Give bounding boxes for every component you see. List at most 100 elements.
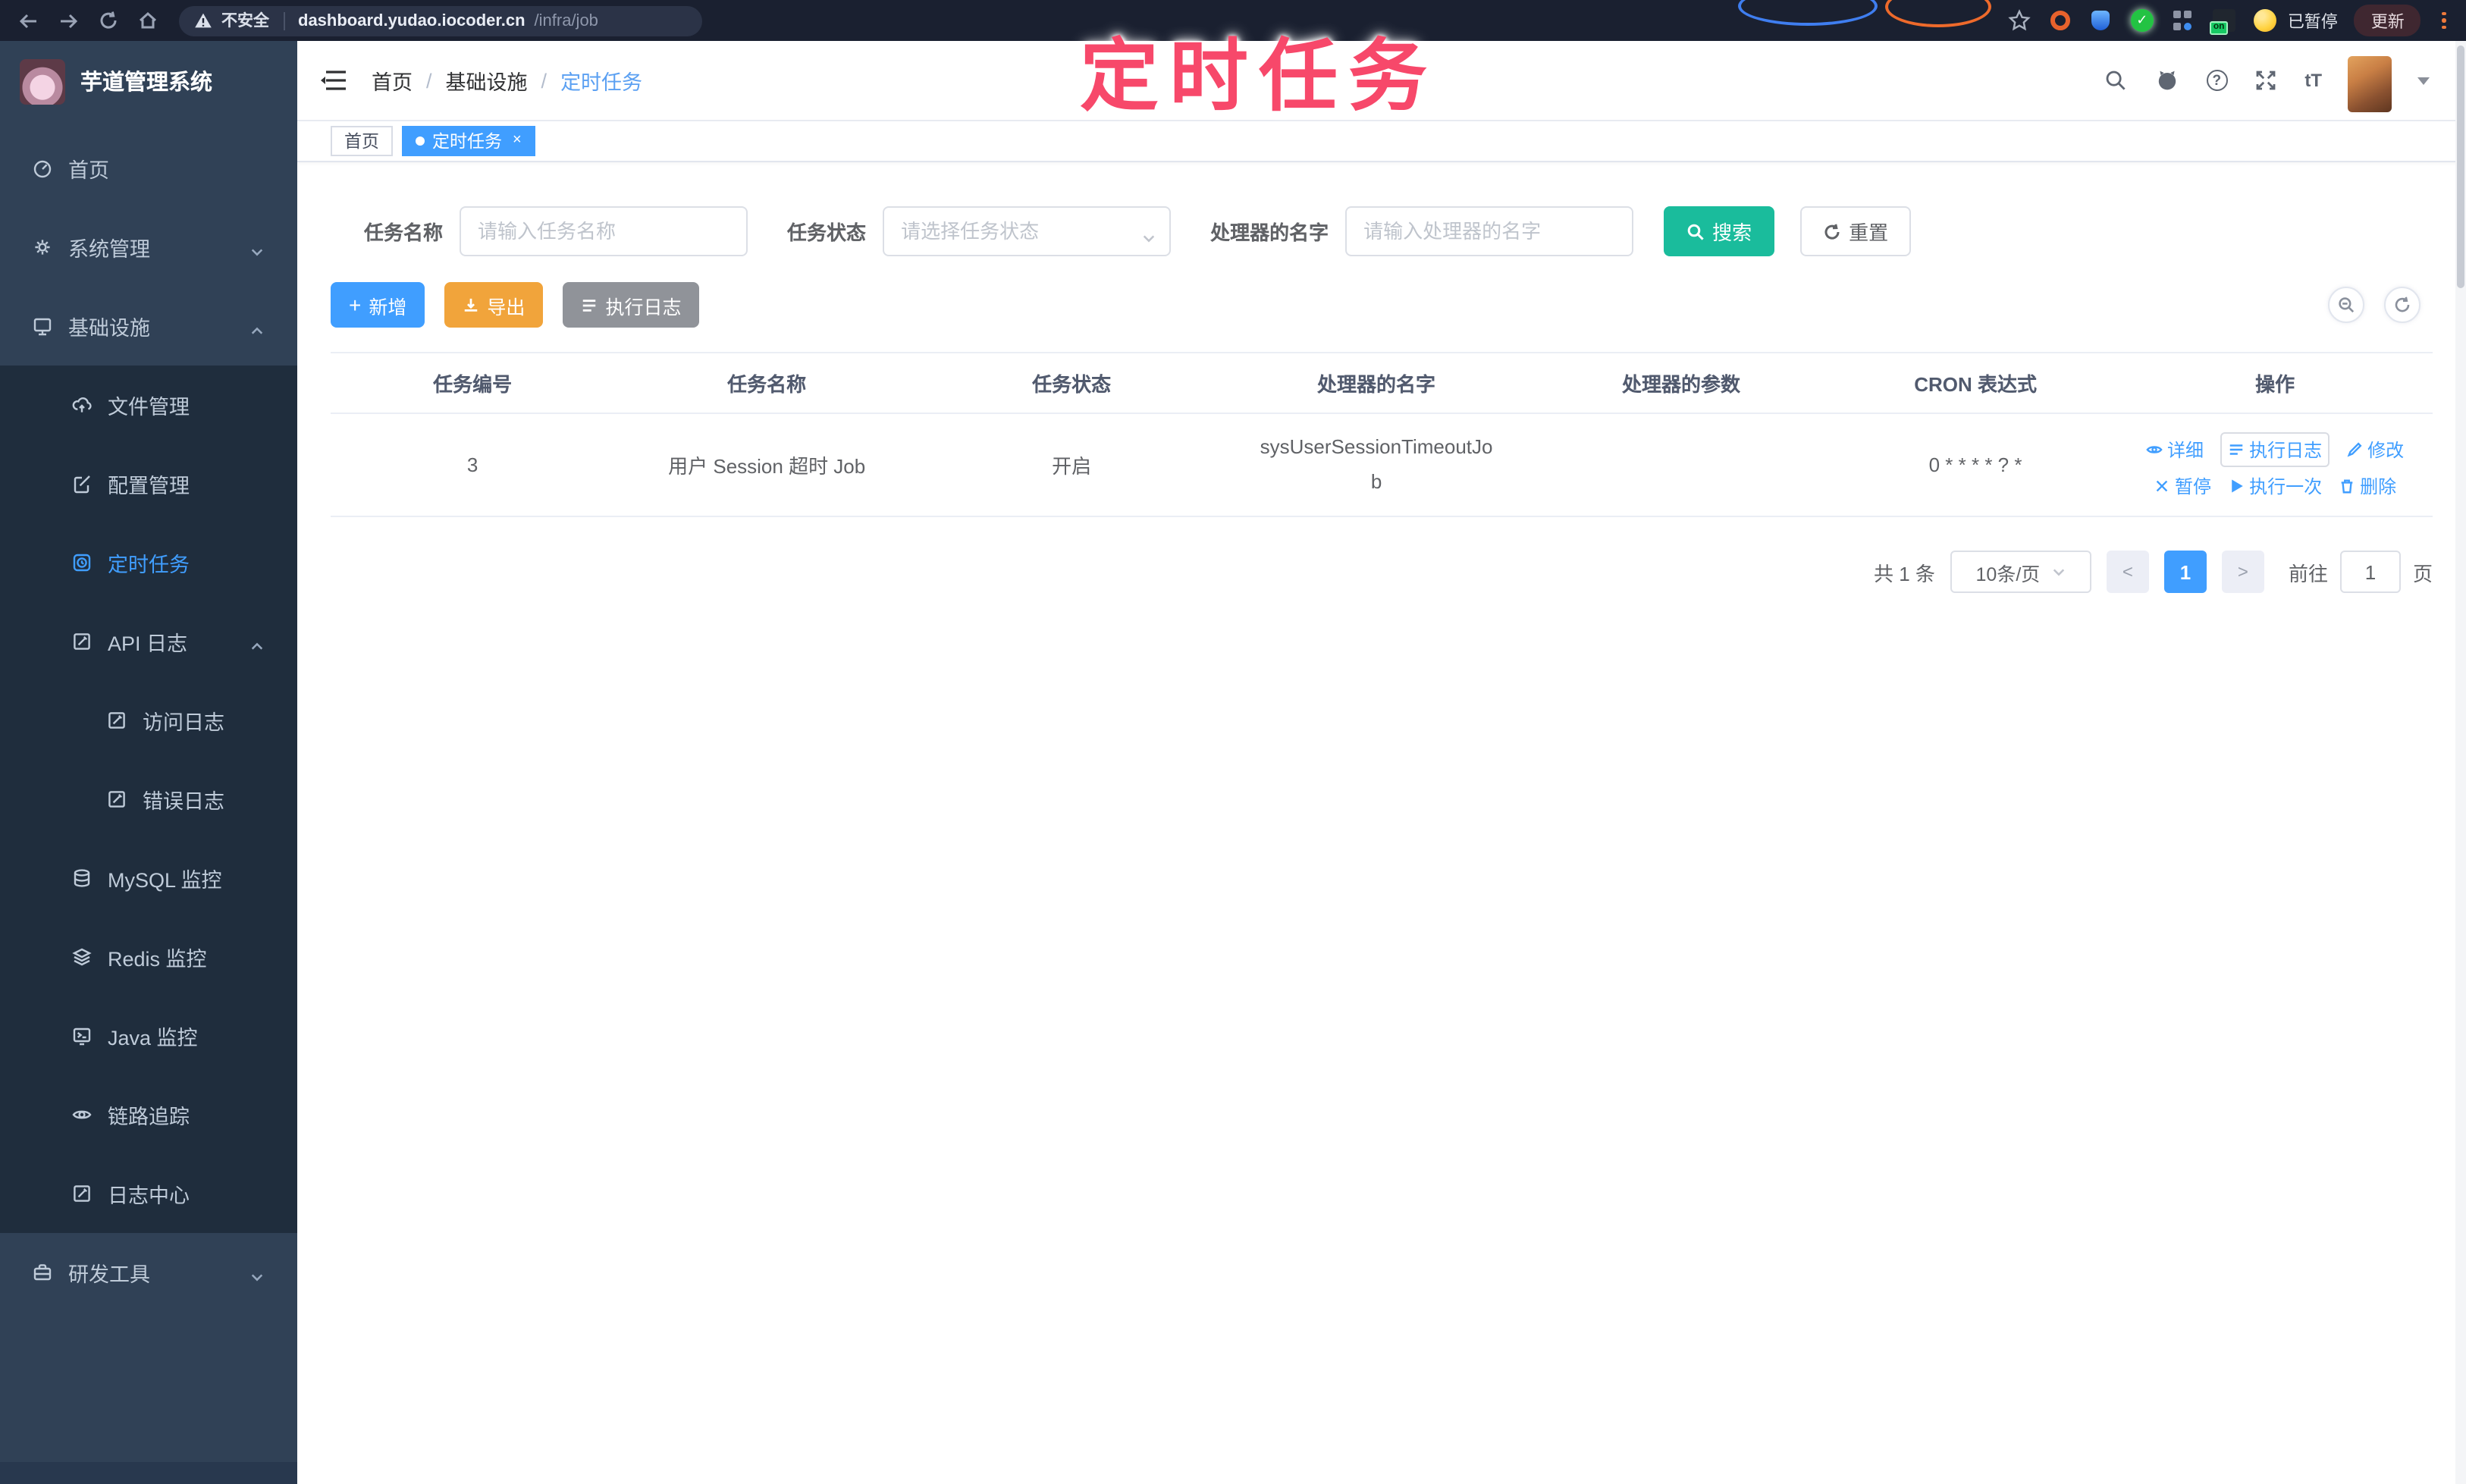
run-once-link[interactable]: 执行一次 <box>2228 472 2322 498</box>
sidebar-item-java-monitor[interactable]: Java 监控 <box>0 996 297 1075</box>
extension-green-icon[interactable]: ✓ <box>2130 8 2154 33</box>
reset-button[interactable]: 重置 <box>1800 206 1912 256</box>
main-area: 首页 / 基础设施 / 定时任务 ? tT 首页 定时任务 × 任务名称 请输入… <box>297 41 2466 1484</box>
job-status-input[interactable] <box>901 220 1153 243</box>
avatar[interactable] <box>2348 55 2392 111</box>
annotation-oval-blue <box>1738 0 1878 26</box>
github-icon[interactable] <box>2154 67 2180 93</box>
refresh-icon <box>1824 223 1840 239</box>
on-badge: on <box>2209 21 2229 35</box>
log-icon <box>106 710 127 731</box>
handler-name-label: 处理器的名字 <box>1210 221 1329 244</box>
job-name-input[interactable] <box>478 220 730 243</box>
help-icon[interactable]: ? <box>2206 70 2228 91</box>
browser-forward-icon[interactable] <box>49 0 88 41</box>
total-count: 共 1 条 <box>1874 562 1935 585</box>
jobs-table: 任务编号 任务名称 任务状态 处理器的名字 处理器的参数 CRON 表达式 操作… <box>331 352 2433 517</box>
sidebar-item-file-management[interactable]: 文件管理 <box>0 366 297 444</box>
caret-down-icon[interactable] <box>2417 77 2430 84</box>
plus-icon: + <box>349 293 362 317</box>
goto-page-input[interactable] <box>2339 551 2401 593</box>
search-icon[interactable] <box>2103 67 2129 93</box>
page-scrollbar[interactable] <box>2455 41 2466 1484</box>
database-icon <box>71 867 93 889</box>
browser-reload-icon[interactable] <box>88 0 127 41</box>
tab-close-icon[interactable]: × <box>513 133 522 149</box>
row-exec-log-link[interactable]: 执行日志 <box>2220 431 2330 466</box>
sidebar-item-redis-monitor[interactable]: Redis 监控 <box>0 918 297 996</box>
tags-view-bar: 首页 定时任务 × <box>297 121 2466 162</box>
sidebar-item-log-center[interactable]: 日志中心 <box>0 1154 297 1233</box>
row-actions-cell: 详细 执行日志 修改 暂停 执行一次 删除 <box>2117 414 2433 516</box>
browser-menu-icon[interactable] <box>2438 11 2451 30</box>
browser-actions: ✓ on 已暂停 更新 <box>1738 0 2466 36</box>
address-bar[interactable]: 不安全 dashboard.yudao.iocoder.cn/infra/job <box>179 5 702 36</box>
scrollbar-thumb[interactable] <box>2457 45 2464 288</box>
delete-link[interactable]: 删除 <box>2339 472 2396 498</box>
text-size-icon[interactable]: tT <box>2304 70 2322 91</box>
paused-extension-icon[interactable] <box>2253 8 2277 33</box>
monitor-icon <box>32 315 53 337</box>
eye-icon <box>71 1104 93 1125</box>
next-page-button[interactable]: > <box>2221 551 2264 593</box>
search-button[interactable]: 搜索 <box>1664 206 1775 256</box>
sidebar-item-home[interactable]: 首页 <box>0 129 297 208</box>
sidebar-item-infra[interactable]: 基础设施 <box>0 287 297 366</box>
trash-icon <box>2341 478 2353 493</box>
tab-scheduled-jobs[interactable]: 定时任务 × <box>402 126 535 156</box>
prev-page-button[interactable]: < <box>2106 551 2149 593</box>
hamburger-icon[interactable] <box>320 68 347 93</box>
browser-back-icon[interactable] <box>9 0 49 41</box>
fullscreen-icon[interactable] <box>2253 67 2279 93</box>
execution-log-button[interactable]: 执行日志 <box>563 282 700 328</box>
job-status-select[interactable] <box>883 206 1172 256</box>
breadcrumb-home[interactable]: 首页 <box>372 65 413 96</box>
table-row: 3 用户 Session 超时 Job 开启 sysUserSessionTim… <box>331 414 2433 517</box>
job-name-cell: 用户 Session 超时 Job <box>668 455 866 478</box>
goto-page: 前往 页 <box>2289 551 2433 593</box>
refresh-button[interactable] <box>2384 287 2421 323</box>
log-icon <box>71 631 93 652</box>
breadcrumb-infra[interactable]: 基础设施 <box>446 65 528 96</box>
extension-blue-icon[interactable] <box>2089 8 2113 33</box>
browser-home-icon[interactable] <box>127 0 167 41</box>
extension-orange-icon[interactable] <box>2048 8 2072 33</box>
sidebar-item-scheduled-jobs[interactable]: 定时任务 <box>0 523 297 602</box>
add-button[interactable]: + 新增 <box>331 282 425 328</box>
page-content: 任务名称 任务状态 处理器的名字 搜索 重置 <box>297 162 2466 593</box>
gauge-icon <box>32 158 53 179</box>
layers-icon <box>71 946 93 968</box>
sidebar-item-mysql-monitor[interactable]: MySQL 监控 <box>0 839 297 918</box>
extension-grid-icon[interactable] <box>2171 8 2195 33</box>
sidebar-item-system[interactable]: 系统管理 <box>0 208 297 287</box>
export-button[interactable]: 导出 <box>444 282 544 328</box>
sidebar-item-tracing[interactable]: 链路追踪 <box>0 1075 297 1154</box>
sidebar-item-api-logs[interactable]: API 日志 <box>0 602 297 681</box>
sidebar-item-config-management[interactable]: 配置管理 <box>0 444 297 523</box>
app-title: 芋道管理系统 <box>80 71 212 96</box>
extension-on-icon[interactable]: on <box>2209 8 2236 35</box>
page-size-select[interactable]: 10条/页 <box>1950 551 2091 593</box>
sidebar-item-error-logs[interactable]: 错误日志 <box>0 760 297 839</box>
edit-link[interactable]: 修改 <box>2346 436 2404 462</box>
detail-link[interactable]: 详细 <box>2146 436 2204 462</box>
job-status-cell: 开启 <box>1052 455 1092 478</box>
toggle-search-button[interactable] <box>2328 287 2364 323</box>
sidebar-item-dev-tools[interactable]: 研发工具 <box>0 1233 297 1312</box>
pause-link[interactable]: 暂停 <box>2154 472 2211 498</box>
infra-submenu: 文件管理 配置管理 定时任务 API 日志 访问日志 错误日志 MySQL 监控… <box>0 366 297 1233</box>
browser-update-button[interactable]: 更新 <box>2354 5 2421 36</box>
gear-icon <box>32 237 53 258</box>
sidebar-item-access-logs[interactable]: 访问日志 <box>0 681 297 760</box>
app-logo-row[interactable]: 芋道管理系统 <box>0 41 297 121</box>
page-1-button[interactable]: 1 <box>2163 551 2207 593</box>
bookmark-star-icon[interactable] <box>2007 8 2031 33</box>
handler-name-input[interactable] <box>1363 220 1616 243</box>
app-logo <box>20 58 65 104</box>
annotation-oval-orange <box>1885 0 1992 27</box>
active-tab-dot <box>416 136 425 146</box>
refresh-icon <box>2395 296 2410 312</box>
tab-home[interactable]: 首页 <box>331 126 393 156</box>
job-name-input-wrap <box>460 206 748 256</box>
chevron-down-icon <box>2053 568 2065 576</box>
